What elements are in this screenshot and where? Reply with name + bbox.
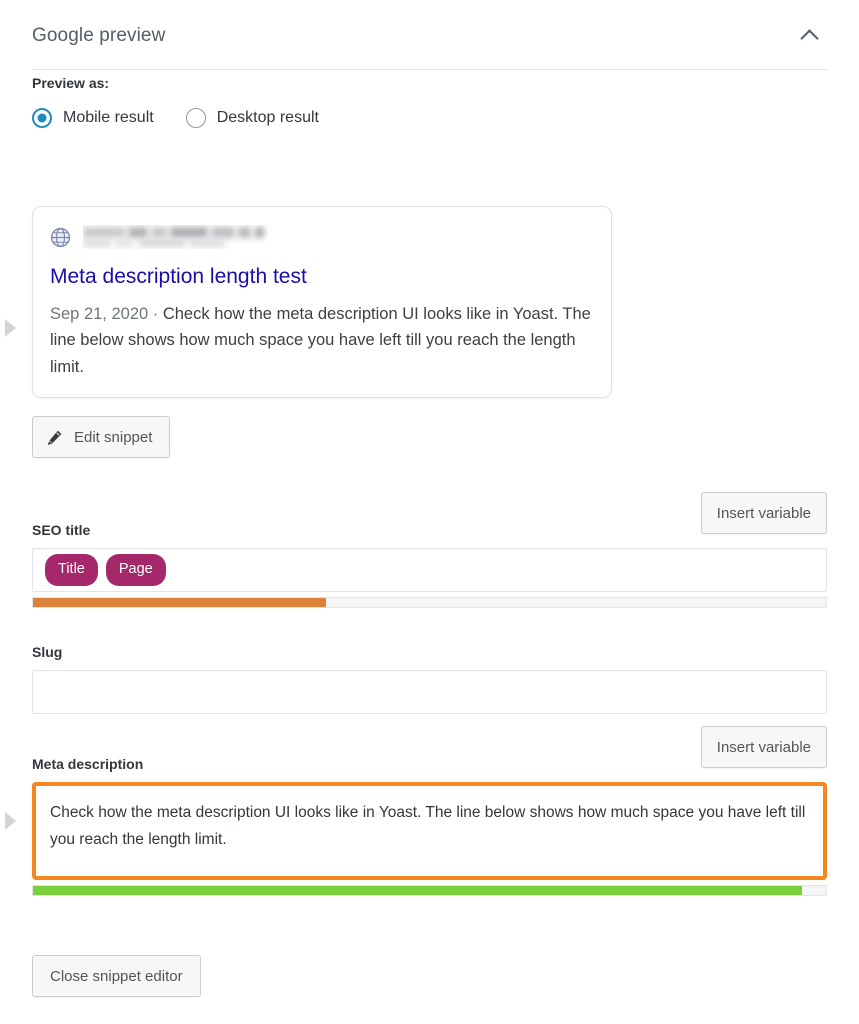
slug-label: Slug [32,644,63,660]
page-title: Google preview [32,24,166,46]
snippet-date-separator: · [148,304,163,323]
meta-description-field-group: Meta description Insert variable Check h… [5,726,827,897]
seo-title-progress-fill [33,598,327,608]
meta-description-caret-icon [5,812,16,830]
google-preview-panel: Google preview Preview as: Mobile result… [0,0,859,1024]
insert-variable-button-meta-description[interactable]: Insert variable [700,726,827,768]
panel-header: Google preview [32,0,827,60]
seo-title-input[interactable]: Title Page [32,548,827,593]
edit-snippet-label: Edit snippet [74,428,153,446]
radio-desktop-indicator[interactable] [185,108,206,129]
variable-pill-title[interactable]: Title [45,554,98,586]
radio-mobile-result[interactable]: Mobile result [32,108,154,129]
snippet-date: Sep 21, 2020 [50,304,149,323]
globe-icon [50,227,71,247]
snippet-edit-caret-icon [5,319,16,337]
meta-description-input[interactable]: Check how the meta description UI looks … [32,782,827,881]
collapse-panel-button[interactable] [791,18,827,54]
preview-as-section: Preview as: Mobile result Desktop result [32,74,319,129]
slug-field-group: Slug [32,643,827,715]
insert-variable-label: Insert variable [716,738,811,756]
slug-input[interactable] [32,670,827,715]
seo-title-progress-track [32,597,827,609]
chevron-up-icon [799,28,819,48]
insert-variable-button-seo-title[interactable]: Insert variable [700,492,827,534]
snippet-description: Sep 21, 2020 · Check how the meta descri… [50,301,594,380]
close-snippet-editor-button[interactable]: Close snippet editor [32,955,201,997]
radio-mobile-indicator[interactable] [32,108,52,129]
preview-as-radio-group: Mobile result Desktop result [32,108,319,129]
snippet-url-redacted [83,225,305,249]
snippet-url-row [50,223,594,251]
pencil-icon [47,430,62,445]
snippet-title[interactable]: Meta description length test [50,264,594,291]
radio-desktop-result[interactable]: Desktop result [185,108,319,129]
close-snippet-editor-label: Close snippet editor [50,967,183,985]
meta-description-progress-fill [33,886,803,896]
insert-variable-label: Insert variable [716,504,811,522]
variable-pill-page[interactable]: Page [105,554,166,586]
google-result-card[interactable]: Meta description length test Sep 21, 202… [32,206,612,399]
meta-description-progress-track [32,885,827,897]
radio-mobile-label: Mobile result [63,109,154,127]
edit-snippet-button[interactable]: Edit snippet [32,416,171,459]
snippet-preview-section: Meta description length test Sep 21, 202… [5,180,612,459]
seo-title-field-group: SEO title Insert variable Title Page [32,492,827,609]
header-divider [32,69,827,70]
preview-as-label: Preview as: [32,75,110,91]
radio-desktop-label: Desktop result [216,109,319,127]
